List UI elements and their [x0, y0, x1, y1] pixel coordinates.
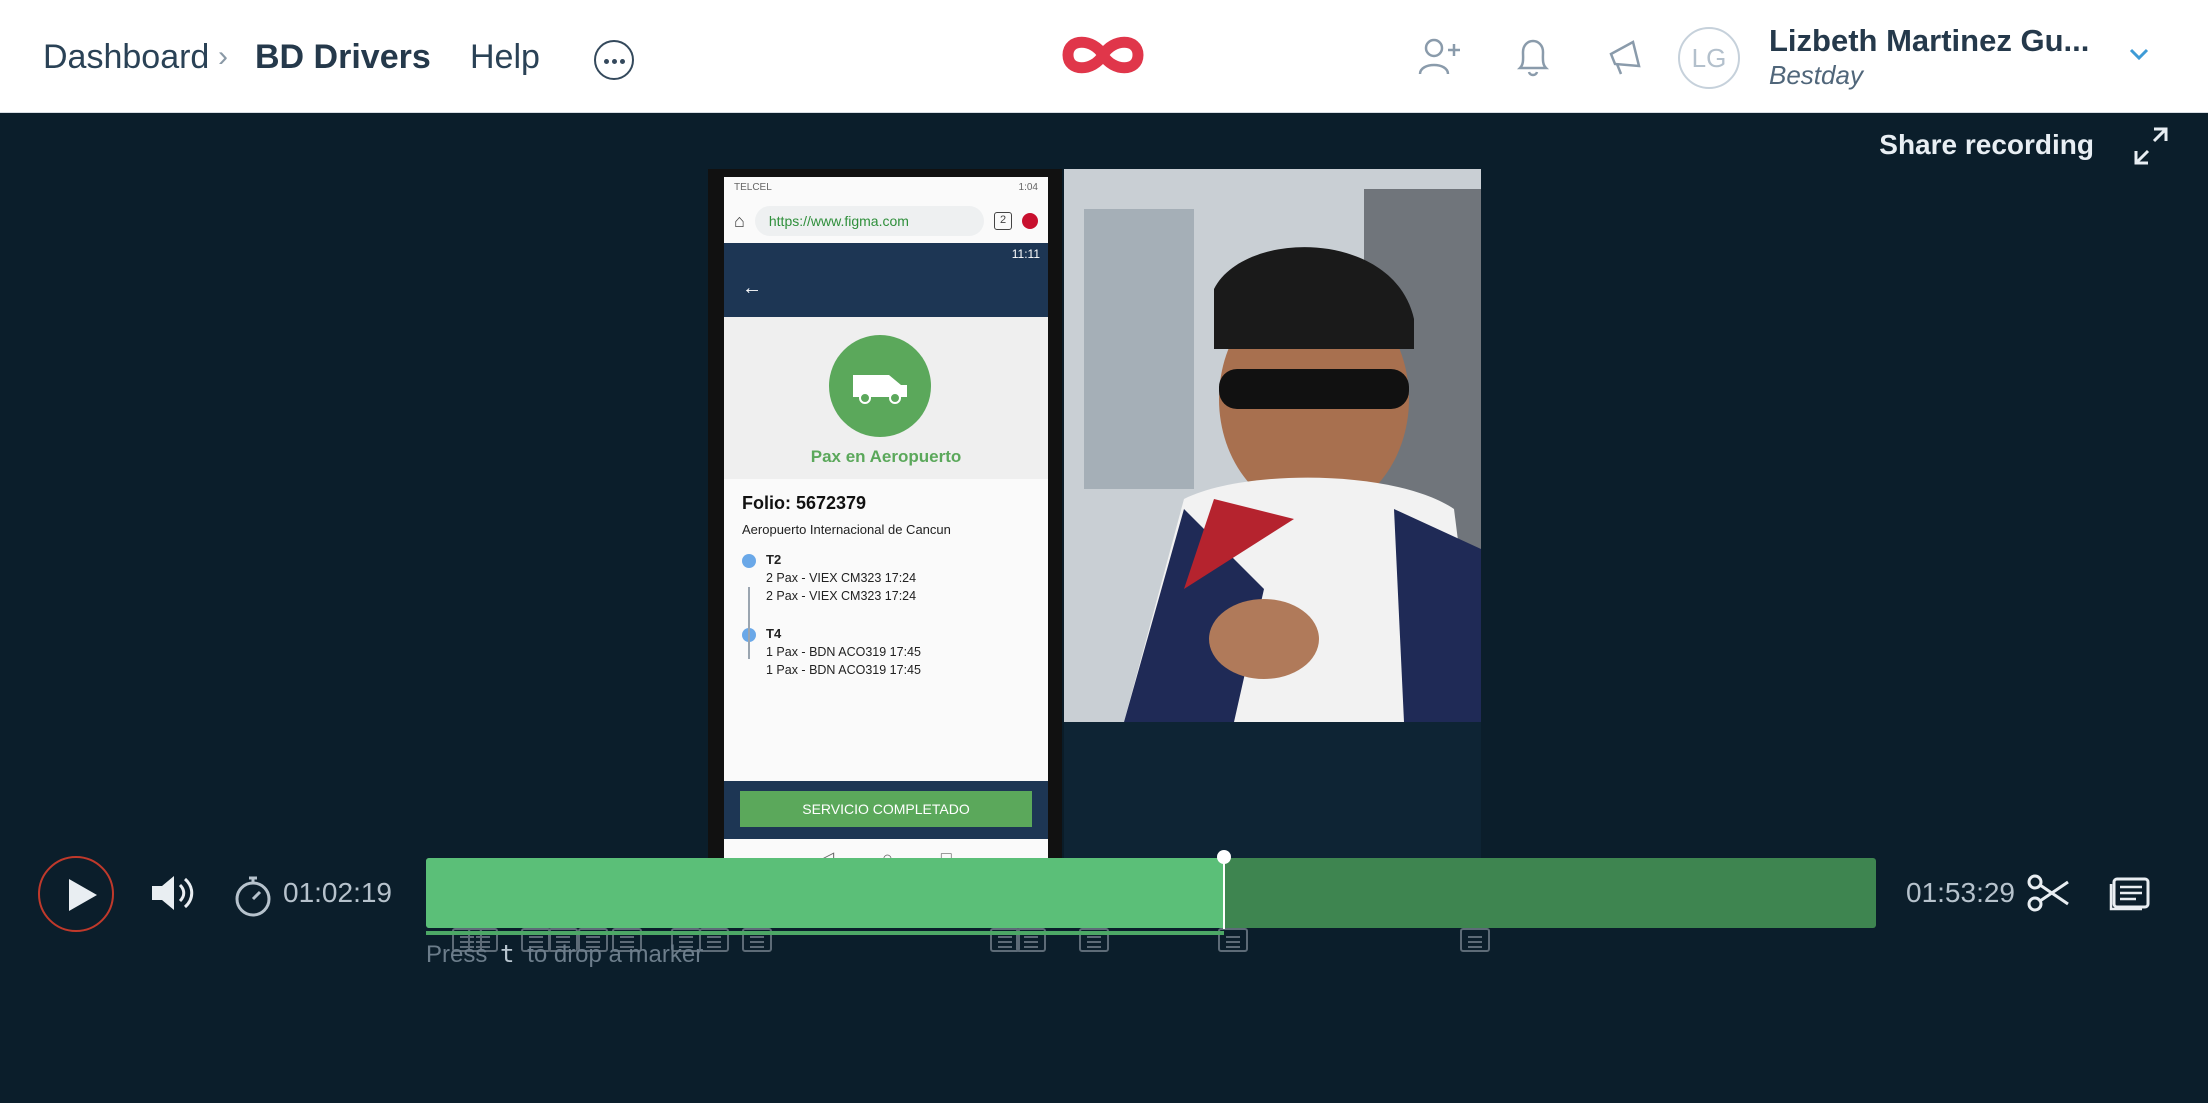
volume-icon[interactable] [148, 870, 196, 916]
play-icon[interactable] [38, 856, 114, 932]
route-connector [748, 587, 750, 659]
pickup-location: Aeropuerto Internacional de Cancun [742, 522, 951, 537]
avatar[interactable]: LG [1678, 27, 1740, 89]
hint-suffix: to drop a marker [527, 941, 704, 968]
hint-prefix: Press [426, 941, 488, 968]
breadcrumb-current-project[interactable]: BD Drivers [255, 38, 431, 77]
breadcrumb-separator-icon: › [218, 40, 228, 73]
top-navigation: Dashboard › BD Drivers Help LG Lizbeth M… [0, 0, 2208, 113]
van-icon [829, 335, 931, 437]
marker-hint: Press t to drop a marker [426, 940, 703, 969]
chevron-down-icon[interactable] [2125, 44, 2153, 64]
timer-icon [235, 876, 271, 917]
announcement-icon[interactable] [1603, 34, 1649, 80]
service-completed-button: SERVICIO COMPLETADO [740, 791, 1032, 827]
phone-screen: TELCEL 1:04 ⌂ https://www.figma.com 2 11… [724, 177, 1048, 877]
current-time: 01:02:19 [283, 877, 392, 908]
record-indicator-icon [1022, 213, 1038, 229]
stop-item: T2 2 Pax - VIEX CM323 17:24 2 Pax - VIEX… [742, 551, 1030, 605]
phone-carrier: TELCEL [734, 182, 772, 193]
webcam-background [1064, 722, 1481, 875]
service-status: Pax en Aeropuerto [810, 447, 962, 466]
user-organization: Bestday [1769, 60, 1863, 90]
stop-passenger-line: 1 Pax - BDN ACO319 17:45 [766, 663, 921, 677]
bell-icon[interactable] [1510, 34, 1556, 80]
stop-passenger-line: 2 Pax - VIEX CM323 17:24 [766, 589, 917, 603]
app-clock: 11:11 [1011, 247, 1040, 261]
logo-icon[interactable] [1058, 30, 1148, 80]
more-icon[interactable] [594, 40, 634, 80]
timeline-scrubber[interactable] [426, 858, 1876, 928]
stop-item: T4 1 Pax - BDN ACO319 17:45 1 Pax - BDN … [742, 625, 1030, 679]
stop-terminal: T2 [766, 552, 782, 567]
browser-url: https://www.figma.com [754, 206, 984, 236]
stop-passenger-line: 1 Pax - BDN ACO319 17:45 [766, 645, 921, 659]
folio-number: Folio: 5672379 [742, 493, 867, 513]
add-user-icon[interactable] [1416, 34, 1462, 80]
screen-capture-pane: TELCEL 1:04 ⌂ https://www.figma.com 2 11… [708, 169, 1062, 877]
playhead-handle[interactable] [1217, 850, 1231, 864]
scissors-icon[interactable] [2026, 872, 2070, 914]
notes-icon[interactable] [2108, 876, 2152, 912]
recording-video[interactable]: TELCEL 1:04 ⌂ https://www.figma.com 2 11… [708, 169, 1481, 877]
back-arrow-icon: ← [742, 277, 762, 299]
playhead[interactable] [1223, 857, 1225, 929]
stop-terminal: T4 [766, 626, 782, 641]
tab-count: 2 [994, 212, 1012, 230]
hint-key: t [500, 940, 515, 968]
timeline-played [426, 858, 1224, 928]
stop-passenger-line: 2 Pax - VIEX CM323 17:24 [766, 571, 917, 585]
share-recording-button[interactable]: Share recording [1879, 129, 2094, 161]
progress-underline [426, 931, 1224, 935]
phone-clock: 1:04 [1018, 182, 1038, 193]
home-icon: ⌂ [734, 210, 745, 231]
total-time: 01:53:29 [1906, 877, 2015, 908]
webcam-feed [1064, 169, 1481, 722]
user-name[interactable]: Lizbeth Martinez Gu... [1769, 23, 2089, 59]
expand-icon[interactable] [2132, 125, 2170, 167]
player-stage: Share recording TELCEL 1:04 ⌂ https://ww… [0, 113, 2208, 1103]
help-link[interactable]: Help [470, 38, 540, 77]
breadcrumb-dashboard[interactable]: Dashboard [43, 38, 209, 77]
marker-icon[interactable] [1460, 928, 1490, 952]
